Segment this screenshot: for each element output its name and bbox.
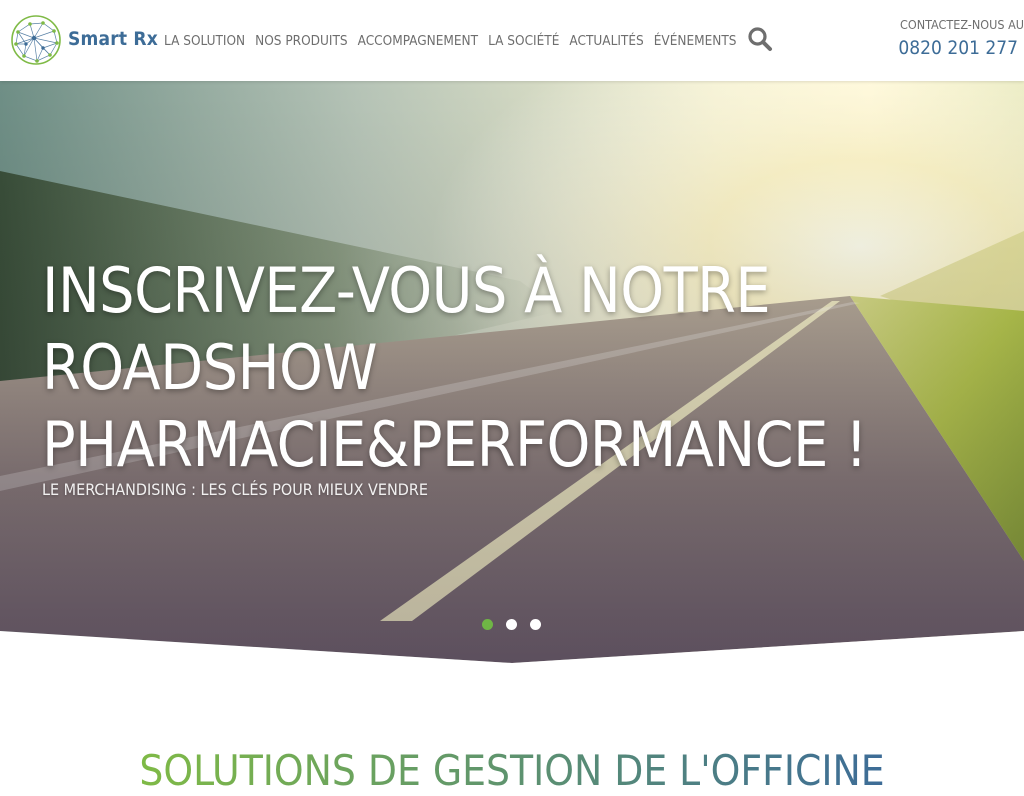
section-title-text: SOLUTIONS DE GESTION DE L'OFFICINE (139, 746, 885, 795)
smartrx-logo-icon[interactable] (10, 14, 62, 66)
hero-title-line: PHARMACIE&PERFORMANCE ! (42, 408, 867, 481)
carousel-dot-3[interactable] (530, 619, 541, 630)
hero-title-line: ROADSHOW (42, 331, 378, 404)
hero-title: INSCRIVEZ-VOUS À NOTRE ROADSHOW PHARMACI… (42, 252, 942, 483)
nav-item-nos-produits[interactable]: NOS PRODUITS (255, 33, 347, 49)
nav-item-la-solution[interactable]: LA SOLUTION (164, 33, 245, 49)
hero-title-line: INSCRIVEZ-VOUS À NOTRE (42, 254, 771, 327)
carousel-dot-1[interactable] (482, 619, 493, 630)
carousel-dots (482, 619, 554, 630)
brand-name[interactable]: Smart Rx (68, 28, 158, 50)
hero-subtitle: LE MERCHANDISING : LES CLÉS POUR MIEUX V… (42, 480, 428, 499)
nav-item-la-societe[interactable]: LA SOCIÉTÉ (488, 33, 559, 49)
contact-label: CONTACTEZ-NOUS AU (900, 17, 1024, 32)
contact-phone[interactable]: 0820 201 277 (888, 37, 1018, 59)
nav-item-accompagnement[interactable]: ACCOMPAGNEMENT (358, 33, 478, 49)
site-header: Smart Rx LA SOLUTION NOS PRODUITS ACCOMP… (0, 0, 1024, 81)
carousel-dot-2[interactable] (506, 619, 517, 630)
nav-item-actualites[interactable]: ACTUALITÉS (569, 33, 643, 49)
section-title: SOLUTIONS DE GESTION DE L'OFFICINE (0, 746, 1024, 796)
main-nav: LA SOLUTION NOS PRODUITS ACCOMPAGNEMENT … (164, 33, 747, 49)
nav-item-evenements[interactable]: ÉVÉNEMENTS (654, 33, 737, 49)
search-icon[interactable] (747, 26, 773, 52)
